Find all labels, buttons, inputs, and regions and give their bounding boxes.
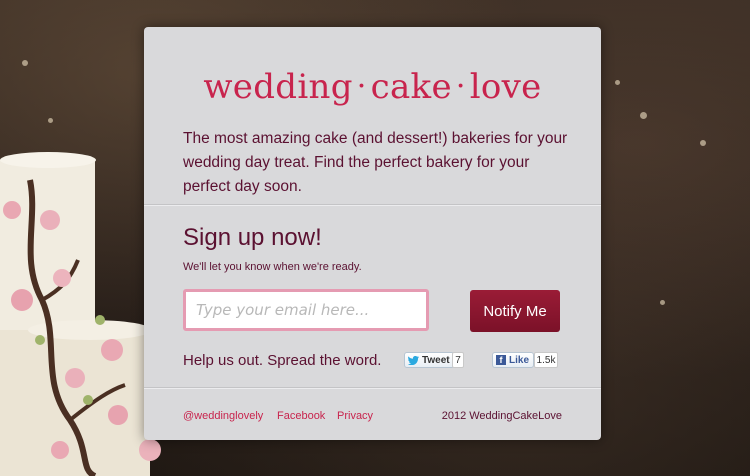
signup-card: wedding · cake · love The most amazing cake … — [144, 27, 601, 440]
background-light — [640, 112, 647, 119]
tweet-button[interactable]: Tweet — [404, 352, 455, 368]
logo-separator: · — [455, 69, 466, 104]
background-light — [48, 118, 53, 123]
signup-subtitle: We'll let you know when we're ready. — [183, 261, 362, 273]
background-light — [22, 60, 28, 66]
facebook-icon: f — [496, 355, 506, 365]
site-logo: wedding · cake · love — [144, 67, 601, 107]
facebook-like-button[interactable]: f Like — [492, 352, 535, 368]
copyright-text: 2012 WeddingCakeLove — [441, 410, 562, 422]
tweet-count: 7 — [452, 352, 464, 368]
footer-divider — [144, 387, 601, 388]
email-input[interactable] — [183, 289, 429, 331]
notify-me-button[interactable]: Notify Me — [470, 290, 560, 332]
section-divider — [144, 204, 601, 205]
background-light — [660, 300, 665, 305]
background-light — [615, 80, 620, 85]
logo-word-1: wedding — [203, 67, 353, 107]
footer-link-privacy[interactable]: Privacy — [337, 410, 373, 422]
twitter-bird-icon — [408, 355, 419, 365]
logo-word-2: cake — [370, 67, 452, 107]
footer-link-twitter[interactable]: @weddinglovely — [183, 410, 263, 422]
like-count: 1.5k — [534, 352, 558, 368]
share-prompt: Help us out. Spread the word. — [183, 352, 382, 369]
signup-heading: Sign up now! — [183, 224, 322, 251]
like-label: Like — [509, 354, 530, 366]
logo-separator: · — [356, 69, 367, 104]
footer-link-facebook[interactable]: Facebook — [277, 410, 325, 422]
tweet-label: Tweet — [422, 354, 450, 366]
logo-word-3: love — [469, 67, 542, 107]
intro-text: The most amazing cake (and dessert!) bak… — [183, 130, 568, 195]
background-light — [700, 140, 706, 146]
